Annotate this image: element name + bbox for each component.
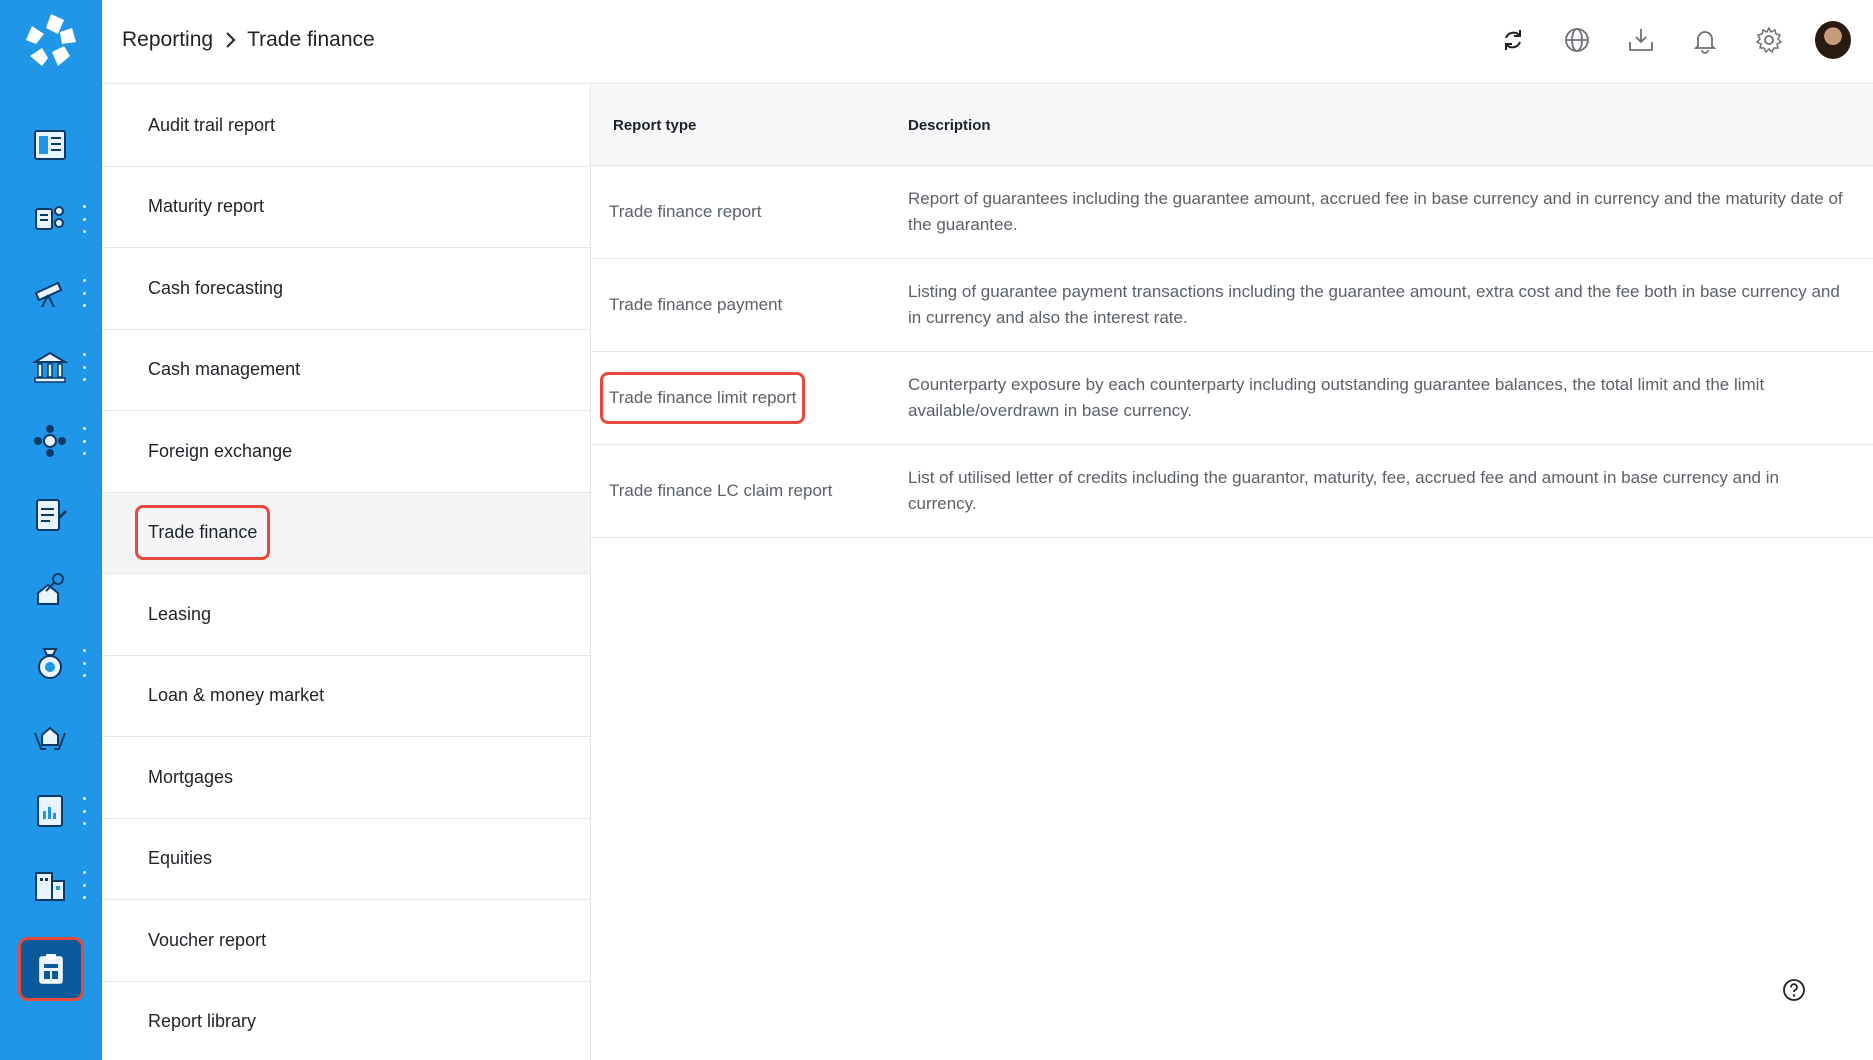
report-book-icon — [30, 791, 70, 831]
report-type-cell: Trade finance LC claim report — [609, 481, 833, 500]
rail-item-reportbook[interactable] — [0, 774, 102, 848]
invoice-icon — [30, 495, 70, 535]
download-tray-icon[interactable] — [1621, 20, 1661, 60]
table-row[interactable]: Trade finance report Report of guarantee… — [591, 166, 1873, 259]
more-menu-icon[interactable] — [80, 793, 88, 829]
rail-item-mortgage[interactable] — [0, 700, 102, 774]
nav-item-report-library[interactable]: Report library — [102, 982, 590, 1060]
top-actions — [1469, 19, 1853, 61]
breadcrumb-current: Trade finance — [247, 28, 375, 51]
description-cell: Report of guarantees including the guara… — [908, 189, 1843, 234]
more-menu-icon[interactable] — [80, 275, 88, 311]
breadcrumb: Reporting Trade finance — [122, 28, 375, 52]
table-row[interactable]: Trade finance LC claim report List of ut… — [591, 445, 1873, 538]
nav-item-voucher-report[interactable]: Voucher report — [102, 900, 590, 982]
nav-item-cash-forecasting[interactable]: Cash forecasting — [102, 248, 590, 330]
reporting-clipboard-icon — [39, 954, 63, 984]
bank-icon — [30, 347, 70, 387]
chevron-right-icon — [226, 32, 236, 48]
table-header: Report type Description — [591, 85, 1873, 166]
description-cell: Counterparty exposure by each counterpar… — [908, 375, 1765, 420]
nav-item-foreign-exchange[interactable]: Foreign exchange — [102, 411, 590, 493]
rail-item-money[interactable] — [0, 626, 102, 700]
property-key-icon — [30, 569, 70, 609]
more-menu-icon[interactable] — [80, 867, 88, 903]
rail-item-forecast[interactable] — [0, 256, 102, 330]
header-report-type: Report type — [613, 116, 697, 134]
top-bar: Reporting Trade finance — [102, 0, 1873, 84]
header-description: Description — [908, 116, 991, 134]
help-icon[interactable] — [1782, 978, 1806, 1002]
report-type-cell: Trade finance payment — [609, 295, 783, 314]
report-table: Report type Description Trade finance re… — [591, 85, 1873, 538]
accounts-icon — [30, 199, 70, 239]
report-type-cell: Trade finance report — [609, 202, 762, 221]
nav-item-trade-finance[interactable]: Trade finance — [102, 492, 590, 574]
rail-item-accounts[interactable] — [0, 182, 102, 256]
globe-icon[interactable] — [1557, 20, 1597, 60]
app-logo-icon[interactable] — [20, 10, 82, 72]
network-icon — [30, 421, 70, 461]
rail-item-property[interactable] — [0, 552, 102, 626]
report-type-cell: Trade finance limit report — [591, 372, 908, 424]
rail-item-buildings[interactable] — [0, 848, 102, 922]
table-row[interactable]: Trade finance payment Listing of guarant… — [591, 259, 1873, 352]
dashboard-icon — [30, 125, 70, 165]
rail-item-bank[interactable] — [0, 330, 102, 404]
bell-icon[interactable] — [1685, 20, 1725, 60]
gear-icon[interactable] — [1749, 20, 1789, 60]
rail-item-reporting-active[interactable] — [18, 937, 84, 1001]
nav-item-equities[interactable]: Equities — [102, 819, 590, 900]
buildings-icon — [30, 865, 70, 905]
nav-item-mortgages[interactable]: Mortgages — [102, 737, 590, 819]
rail-item-dashboard[interactable] — [0, 108, 102, 182]
hands-house-icon — [30, 717, 70, 757]
more-menu-icon[interactable] — [80, 349, 88, 385]
nav-item-loan-money-market[interactable]: Loan & money market — [102, 656, 590, 737]
money-bag-icon — [30, 643, 70, 683]
user-avatar[interactable] — [1813, 19, 1853, 61]
rail-item-network[interactable] — [0, 404, 102, 478]
nav-item-leasing[interactable]: Leasing — [102, 574, 590, 656]
nav-item-cash-management[interactable]: Cash management — [102, 330, 590, 411]
refresh-icon[interactable] — [1493, 20, 1533, 60]
description-cell: List of utilised letter of credits inclu… — [908, 468, 1779, 513]
nav-item-audit-trail[interactable]: Audit trail report — [102, 85, 590, 167]
more-menu-icon[interactable] — [80, 201, 88, 237]
nav-item-maturity[interactable]: Maturity report — [102, 167, 590, 248]
more-menu-icon[interactable] — [80, 645, 88, 681]
left-rail — [0, 0, 102, 1060]
telescope-icon — [30, 273, 70, 313]
description-cell: Listing of guarantee payment transaction… — [908, 282, 1840, 327]
breadcrumb-parent[interactable]: Reporting — [122, 28, 213, 52]
report-category-list: Audit trail report Maturity report Cash … — [102, 85, 591, 1060]
table-row-highlighted[interactable]: Trade finance limit report Counterparty … — [591, 352, 1873, 445]
rail-item-invoice[interactable] — [0, 478, 102, 552]
more-menu-icon[interactable] — [80, 423, 88, 459]
